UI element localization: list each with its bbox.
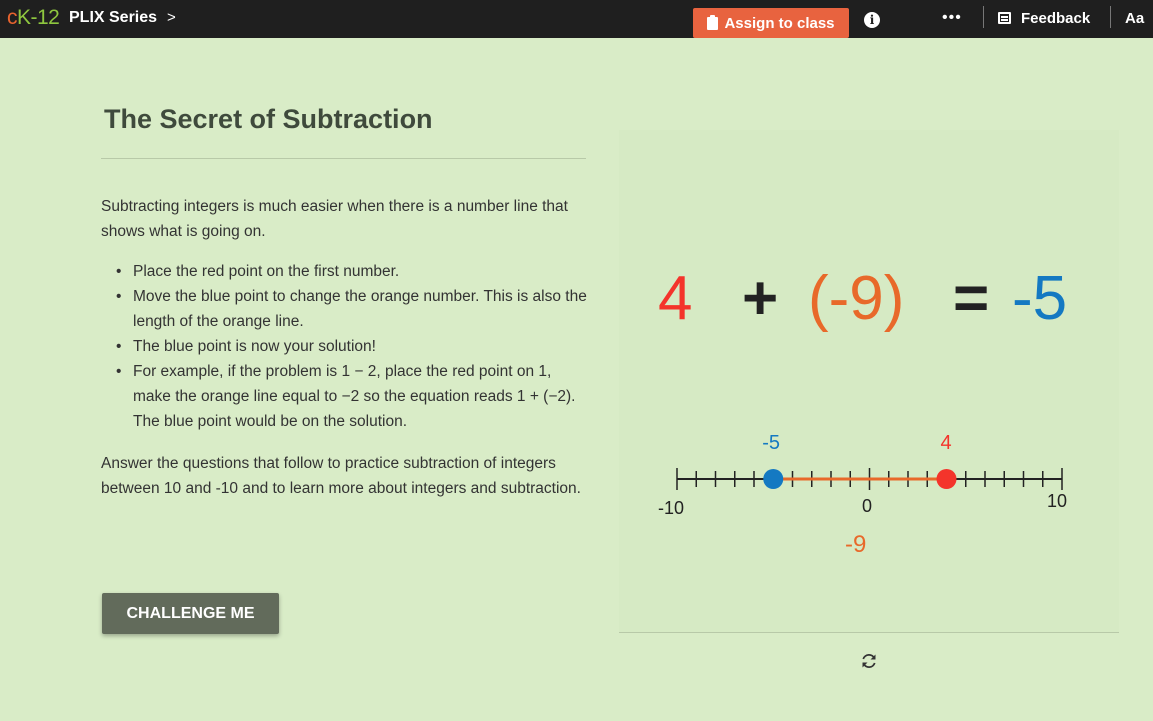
info-icon[interactable]: i xyxy=(864,12,880,28)
plix-series-link[interactable]: PLIX Series xyxy=(69,9,157,27)
refresh-icon[interactable] xyxy=(859,651,879,671)
equation-equals: = xyxy=(953,264,990,333)
orange-length-label: -9 xyxy=(845,531,867,558)
blue-point-label: -5 xyxy=(762,432,781,454)
separator xyxy=(1110,6,1111,28)
feedback-button[interactable]: Feedback xyxy=(1021,10,1090,27)
tick-label-min: -10 xyxy=(658,498,685,518)
equation-result: -5 xyxy=(1012,264,1068,333)
instruction-item: Place the red point on the first number. xyxy=(116,259,593,284)
equation-first-number: 4 xyxy=(658,264,693,333)
instruction-item: Move the blue point to change the orange… xyxy=(116,284,593,334)
feedback-icon[interactable] xyxy=(998,12,1011,24)
tick-label-zero: 0 xyxy=(862,496,873,516)
instruction-list: Place the red point on the first number.… xyxy=(116,259,593,434)
outro-text: Answer the questions that follow to prac… xyxy=(101,455,581,497)
font-size-button[interactable]: Aa xyxy=(1125,10,1144,27)
assign-label: Assign to class xyxy=(724,14,835,32)
blue-point[interactable] xyxy=(763,469,784,489)
panel-divider xyxy=(619,632,1119,633)
interactive-panel xyxy=(619,130,1119,632)
more-options-icon[interactable]: ••• xyxy=(942,9,962,27)
tick-label-max: 10 xyxy=(1047,491,1068,511)
instruction-item: The blue point is now your solution! xyxy=(116,334,593,359)
top-bar: cK-12 PLIX Series > Assign to class i ••… xyxy=(0,0,1153,38)
title-divider xyxy=(101,158,586,159)
challenge-me-button[interactable]: CHALLENGE ME xyxy=(102,593,279,634)
red-point[interactable] xyxy=(936,469,957,489)
instruction-item: For example, if the problem is 1 − 2, pl… xyxy=(116,359,593,434)
ck12-logo[interactable]: cK-12 xyxy=(7,6,60,30)
equation-plus: + xyxy=(742,264,779,333)
assign-to-class-button[interactable]: Assign to class xyxy=(693,8,849,38)
equation-second-number: (-9) xyxy=(808,264,905,333)
separator xyxy=(983,6,984,28)
chevron-right-icon: > xyxy=(167,9,176,26)
clipboard-icon xyxy=(707,14,719,30)
page-title: The Secret of Subtraction xyxy=(104,104,433,134)
intro-text: Subtracting integers is much easier when… xyxy=(101,198,568,240)
red-point-label: 4 xyxy=(940,432,952,454)
